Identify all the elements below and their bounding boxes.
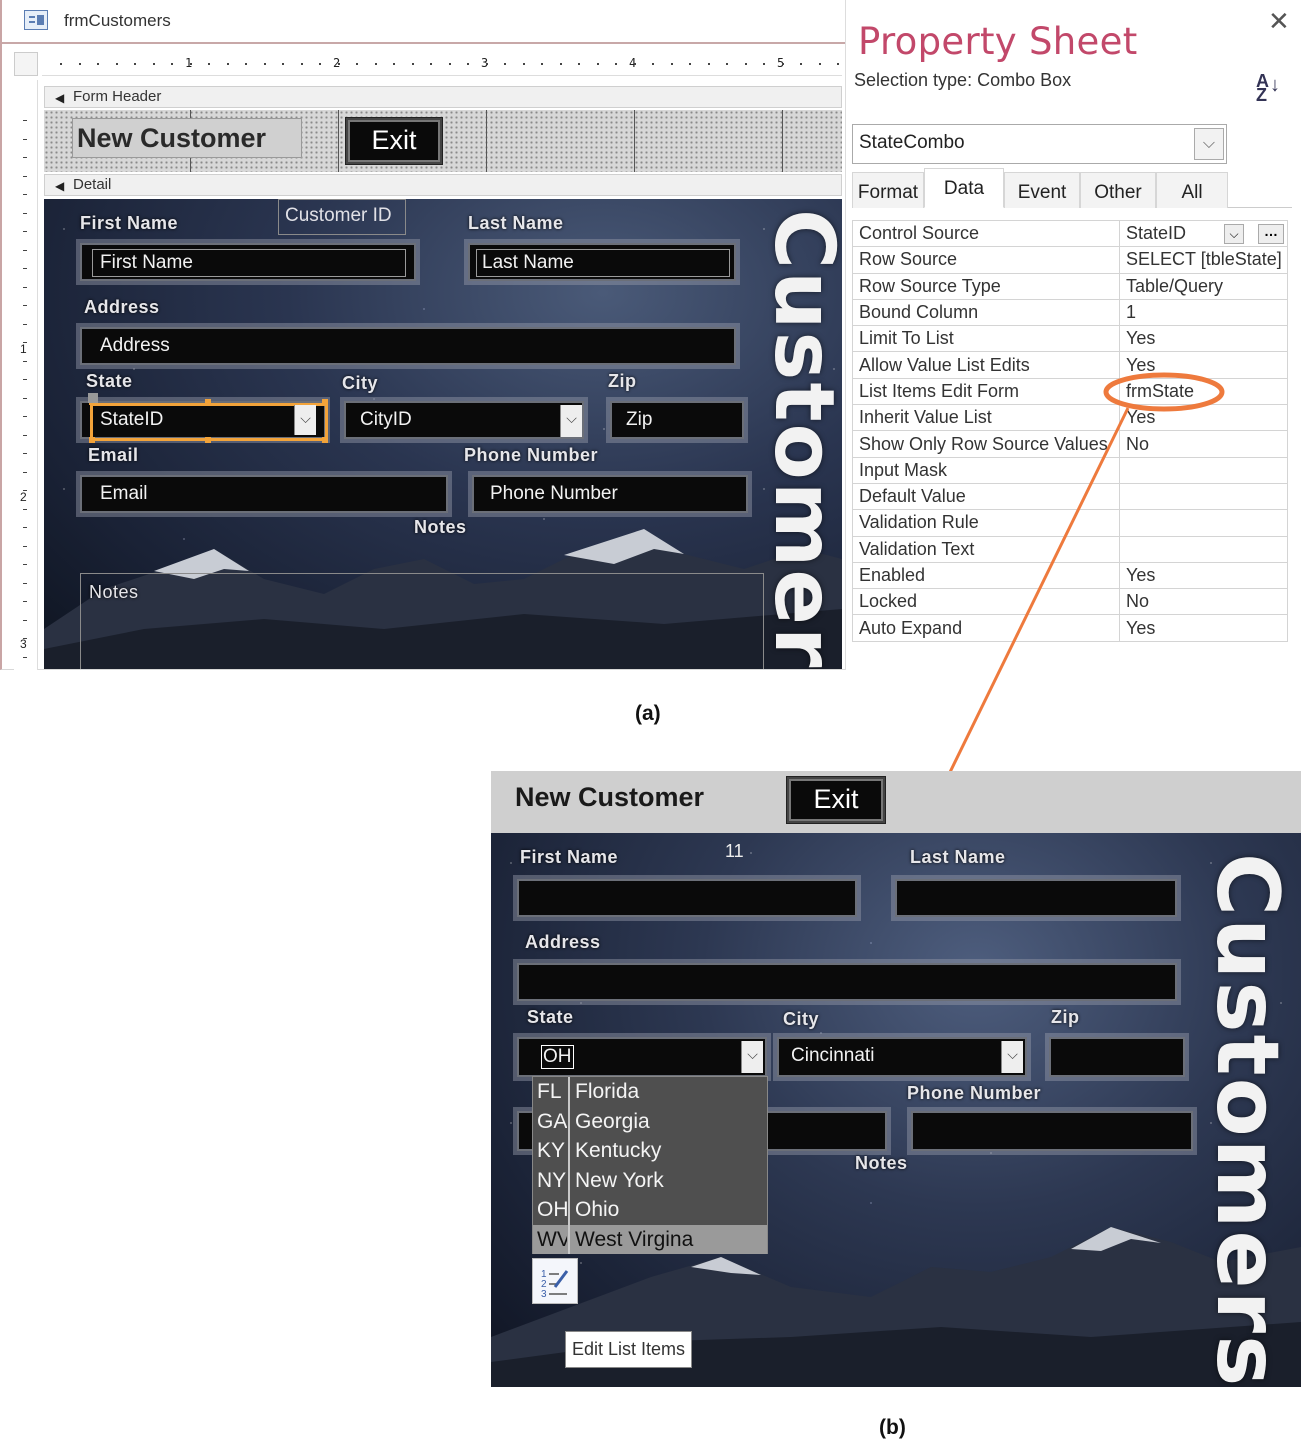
zip-label: Zip	[1051, 1007, 1080, 1027]
dropdown-option[interactable]: KY Kentucky	[533, 1136, 767, 1166]
option-name: Georgia	[575, 1109, 650, 1133]
vertical-title: Customers	[1197, 853, 1297, 1387]
form-header: New Customer Exit	[491, 771, 1301, 833]
tooltip-edit-list-items: Edit List Items	[565, 1331, 693, 1368]
first-name-field[interactable]	[517, 879, 857, 917]
option-code: KY	[537, 1139, 566, 1162]
option-name: Ohio	[575, 1198, 620, 1221]
option-name: Kentucky	[575, 1139, 662, 1162]
first-name-label: First Name	[520, 847, 619, 867]
edit-list-icon: 1 2 3	[541, 1269, 569, 1300]
option-code: WV	[537, 1227, 567, 1251]
svg-text:3: 3	[541, 1289, 547, 1300]
option-name: West Virgina	[575, 1227, 694, 1251]
highlight-ellipse	[1103, 372, 1225, 412]
customer-id-value: 11	[725, 841, 744, 861]
state-combo[interactable]: OH ⌵	[517, 1037, 767, 1077]
dropdown-option[interactable]: WV West Virgina	[533, 1224, 767, 1254]
phone-field[interactable]	[911, 1111, 1193, 1151]
chevron-down-icon[interactable]: ⌵	[741, 1041, 763, 1073]
city-label: City	[783, 1009, 820, 1029]
address-label: Address	[525, 932, 601, 952]
option-code: NY	[537, 1168, 567, 1192]
state-input[interactable]: OH	[541, 1045, 574, 1069]
last-name-field[interactable]	[895, 879, 1177, 917]
option-code: GA	[537, 1109, 567, 1133]
option-name: Florida	[575, 1080, 640, 1103]
state-dropdown-list[interactable]: FL Florida GA Georgia KY Kentucky NY New York OH…	[532, 1076, 768, 1254]
dropdown-option[interactable]: OH Ohio	[533, 1195, 767, 1225]
notes-label: Notes	[855, 1153, 908, 1173]
phone-label: Phone Number	[907, 1083, 1042, 1103]
city-combo[interactable]: Cincinnati ⌵	[777, 1037, 1027, 1077]
state-label: State	[527, 1007, 574, 1027]
chevron-down-icon[interactable]: ⌵	[1001, 1041, 1023, 1073]
dropdown-option[interactable]: NY New York	[533, 1165, 767, 1195]
address-field[interactable]	[517, 963, 1177, 1001]
edit-list-items-button[interactable]: 1 2 3	[532, 1258, 578, 1304]
zip-field[interactable]	[1049, 1037, 1185, 1077]
last-name-label: Last Name	[910, 847, 1006, 867]
exit-button[interactable]: Exit	[787, 777, 885, 823]
header-title: New Customer	[515, 782, 705, 812]
caption-a: (a)	[635, 702, 661, 725]
option-name: New York	[575, 1168, 664, 1192]
dropdown-option[interactable]: GA Georgia	[533, 1106, 767, 1136]
option-code: FL	[537, 1080, 562, 1103]
option-code: OH	[537, 1198, 567, 1221]
caption-b: (b)	[879, 1416, 906, 1439]
dropdown-option[interactable]: FL Florida	[533, 1077, 767, 1107]
form-view: New Customer Exit First Name 11 Last Nam…	[491, 771, 1301, 1387]
